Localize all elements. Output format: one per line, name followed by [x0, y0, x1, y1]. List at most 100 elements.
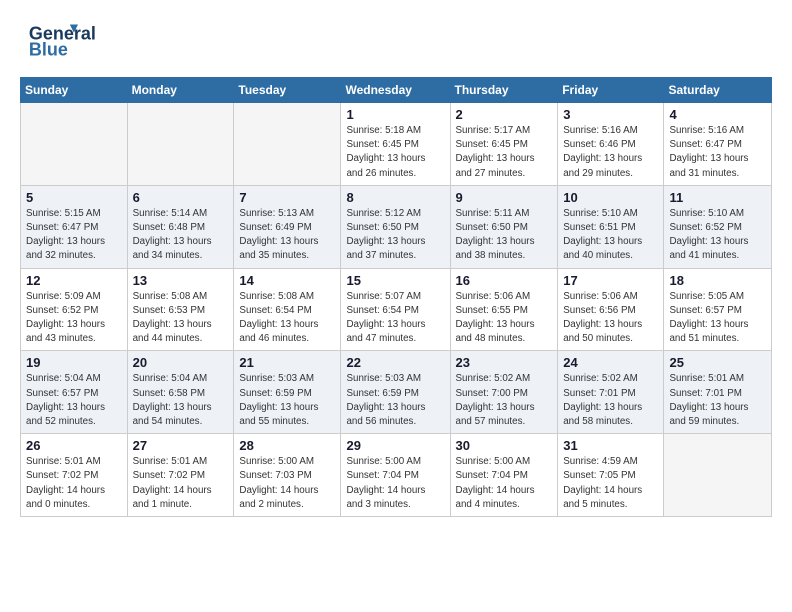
day-number: 23 — [456, 355, 553, 370]
day-info: Sunrise: 5:16 AM Sunset: 6:47 PM Dayligh… — [669, 124, 766, 181]
day-info: Sunrise: 5:02 AM Sunset: 7:01 PM Dayligh… — [563, 372, 658, 429]
calendar-cell: 5Sunrise: 5:15 AM Sunset: 6:47 PM Daylig… — [21, 185, 128, 268]
calendar-cell: 4 Sunrise: 5:16 AM Sunset: 6:47 PM Daylig… — [664, 103, 772, 186]
calendar-week-3: 12 Sunrise: 5:09 AM Sunset: 6:52 PM Dayli… — [21, 268, 772, 351]
calendar-cell: 24 Sunrise: 5:02 AM Sunset: 7:01 PM Dayli… — [558, 351, 664, 434]
day-info: Sunrise: 5:10 AM Sunset: 6:52 PM Dayligh… — [669, 207, 766, 264]
day-info: Sunrise: 5:09 AM Sunset: 6:52 PM Dayligh… — [26, 290, 122, 347]
day-number: 20 — [133, 355, 229, 370]
day-number: 24 — [563, 355, 658, 370]
day-number: 16 — [456, 273, 553, 288]
day-number: 1 — [346, 107, 444, 122]
day-number: 5 — [26, 190, 122, 205]
calendar-cell: 19 Sunrise: 5:04 AM Sunset: 6:57 PM Dayli… — [21, 351, 128, 434]
day-info: Sunrise: 5:00 AM Sunset: 7:03 PM Dayligh… — [239, 455, 335, 512]
day-number: 14 — [239, 273, 335, 288]
day-number: 6 — [133, 190, 229, 205]
calendar-cell: 17Sunrise: 5:06 AM Sunset: 6:56 PM Dayli… — [558, 268, 664, 351]
calendar-week-2: 5Sunrise: 5:15 AM Sunset: 6:47 PM Daylig… — [21, 185, 772, 268]
day-number: 21 — [239, 355, 335, 370]
day-number: 2 — [456, 107, 553, 122]
day-info: Sunrise: 5:03 AM Sunset: 6:59 PM Dayligh… — [346, 372, 444, 429]
weekday-header-wednesday: Wednesday — [341, 78, 450, 103]
weekday-header-row: SundayMondayTuesdayWednesdayThursdayFrid… — [21, 78, 772, 103]
day-number: 11 — [669, 190, 766, 205]
calendar-cell: 15 Sunrise: 5:07 AM Sunset: 6:54 PM Dayli… — [341, 268, 450, 351]
day-info: Sunrise: 5:08 AM Sunset: 6:53 PM Dayligh… — [133, 290, 229, 347]
day-number: 19 — [26, 355, 122, 370]
day-number: 18 — [669, 273, 766, 288]
day-number: 27 — [133, 438, 229, 453]
day-number: 4 — [669, 107, 766, 122]
calendar-cell: 12 Sunrise: 5:09 AM Sunset: 6:52 PM Dayli… — [21, 268, 128, 351]
calendar-cell — [664, 434, 772, 517]
day-info: Sunrise: 5:07 AM Sunset: 6:54 PM Dayligh… — [346, 290, 444, 347]
header: General Blue — [20, 18, 772, 63]
calendar-cell: 31 Sunrise: 4:59 AM Sunset: 7:05 PM Dayli… — [558, 434, 664, 517]
calendar-cell: 13Sunrise: 5:08 AM Sunset: 6:53 PM Dayli… — [127, 268, 234, 351]
day-info: Sunrise: 5:02 AM Sunset: 7:00 PM Dayligh… — [456, 372, 553, 429]
weekday-header-monday: Monday — [127, 78, 234, 103]
day-info: Sunrise: 5:05 AM Sunset: 6:57 PM Dayligh… — [669, 290, 766, 347]
weekday-header-saturday: Saturday — [664, 78, 772, 103]
day-info: Sunrise: 5:18 AM Sunset: 6:45 PM Dayligh… — [346, 124, 444, 181]
day-number: 30 — [456, 438, 553, 453]
calendar-week-1: 1 Sunrise: 5:18 AM Sunset: 6:45 PM Daylig… — [21, 103, 772, 186]
weekday-header-tuesday: Tuesday — [234, 78, 341, 103]
day-info: Sunrise: 5:04 AM Sunset: 6:58 PM Dayligh… — [133, 372, 229, 429]
day-info: Sunrise: 5:13 AM Sunset: 6:49 PM Dayligh… — [239, 207, 335, 264]
day-number: 12 — [26, 273, 122, 288]
day-info: Sunrise: 5:01 AM Sunset: 7:02 PM Dayligh… — [133, 455, 229, 512]
calendar-cell: 3 Sunrise: 5:16 AM Sunset: 6:46 PM Daylig… — [558, 103, 664, 186]
day-info: Sunrise: 4:59 AM Sunset: 7:05 PM Dayligh… — [563, 455, 658, 512]
page: General Blue SundayMondayTuesdayWednesda… — [0, 0, 792, 612]
day-info: Sunrise: 5:04 AM Sunset: 6:57 PM Dayligh… — [26, 372, 122, 429]
calendar-cell: 28 Sunrise: 5:00 AM Sunset: 7:03 PM Dayli… — [234, 434, 341, 517]
day-number: 31 — [563, 438, 658, 453]
day-info: Sunrise: 5:00 AM Sunset: 7:04 PM Dayligh… — [456, 455, 553, 512]
calendar-cell: 26 Sunrise: 5:01 AM Sunset: 7:02 PM Dayli… — [21, 434, 128, 517]
calendar: SundayMondayTuesdayWednesdayThursdayFrid… — [20, 77, 772, 517]
calendar-week-4: 19 Sunrise: 5:04 AM Sunset: 6:57 PM Dayli… — [21, 351, 772, 434]
calendar-cell: 27 Sunrise: 5:01 AM Sunset: 7:02 PM Dayli… — [127, 434, 234, 517]
calendar-cell: 22 Sunrise: 5:03 AM Sunset: 6:59 PM Dayli… — [341, 351, 450, 434]
day-number: 7 — [239, 190, 335, 205]
day-number: 15 — [346, 273, 444, 288]
calendar-cell: 21Sunrise: 5:03 AM Sunset: 6:59 PM Dayli… — [234, 351, 341, 434]
day-number: 8 — [346, 190, 444, 205]
day-number: 3 — [563, 107, 658, 122]
day-info: Sunrise: 5:01 AM Sunset: 7:02 PM Dayligh… — [26, 455, 122, 512]
calendar-cell: 8 Sunrise: 5:12 AM Sunset: 6:50 PM Daylig… — [341, 185, 450, 268]
calendar-week-5: 26 Sunrise: 5:01 AM Sunset: 7:02 PM Dayli… — [21, 434, 772, 517]
day-number: 22 — [346, 355, 444, 370]
svg-text:Blue: Blue — [29, 40, 68, 60]
logo-icon: General Blue — [20, 18, 100, 63]
day-info: Sunrise: 5:01 AM Sunset: 7:01 PM Dayligh… — [669, 372, 766, 429]
calendar-cell: 6Sunrise: 5:14 AM Sunset: 6:48 PM Daylig… — [127, 185, 234, 268]
day-info: Sunrise: 5:12 AM Sunset: 6:50 PM Dayligh… — [346, 207, 444, 264]
day-info: Sunrise: 5:10 AM Sunset: 6:51 PM Dayligh… — [563, 207, 658, 264]
calendar-cell: 7 Sunrise: 5:13 AM Sunset: 6:49 PM Daylig… — [234, 185, 341, 268]
day-number: 9 — [456, 190, 553, 205]
day-info: Sunrise: 5:17 AM Sunset: 6:45 PM Dayligh… — [456, 124, 553, 181]
calendar-cell — [21, 103, 128, 186]
calendar-cell — [234, 103, 341, 186]
day-number: 26 — [26, 438, 122, 453]
calendar-cell — [127, 103, 234, 186]
weekday-header-sunday: Sunday — [21, 78, 128, 103]
calendar-cell: 1 Sunrise: 5:18 AM Sunset: 6:45 PM Daylig… — [341, 103, 450, 186]
day-info: Sunrise: 5:06 AM Sunset: 6:55 PM Dayligh… — [456, 290, 553, 347]
calendar-cell: 18 Sunrise: 5:05 AM Sunset: 6:57 PM Dayli… — [664, 268, 772, 351]
calendar-cell: 16 Sunrise: 5:06 AM Sunset: 6:55 PM Dayli… — [450, 268, 558, 351]
day-info: Sunrise: 5:11 AM Sunset: 6:50 PM Dayligh… — [456, 207, 553, 264]
calendar-cell: 9 Sunrise: 5:11 AM Sunset: 6:50 PM Daylig… — [450, 185, 558, 268]
day-number: 29 — [346, 438, 444, 453]
day-number: 28 — [239, 438, 335, 453]
calendar-cell: 20 Sunrise: 5:04 AM Sunset: 6:58 PM Dayli… — [127, 351, 234, 434]
day-number: 25 — [669, 355, 766, 370]
calendar-cell: 25 Sunrise: 5:01 AM Sunset: 7:01 PM Dayli… — [664, 351, 772, 434]
day-number: 17 — [563, 273, 658, 288]
day-info: Sunrise: 5:16 AM Sunset: 6:46 PM Dayligh… — [563, 124, 658, 181]
calendar-cell: 2 Sunrise: 5:17 AM Sunset: 6:45 PM Daylig… — [450, 103, 558, 186]
weekday-header-friday: Friday — [558, 78, 664, 103]
